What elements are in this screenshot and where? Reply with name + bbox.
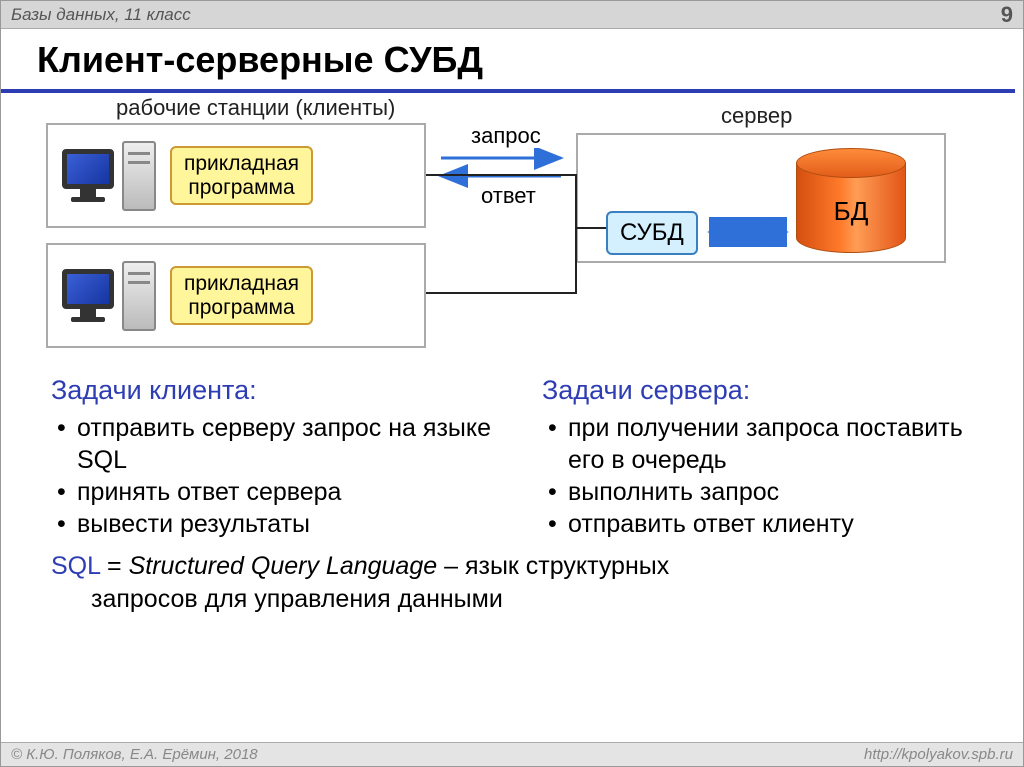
request-response-arrows bbox=[426, 148, 576, 188]
list-item: выполнить запрос bbox=[568, 476, 993, 508]
application-box: прикладная программа bbox=[170, 266, 313, 324]
client-tasks-list: отправить серверу запрос на языке SQL пр… bbox=[51, 412, 502, 540]
request-label: запрос bbox=[471, 123, 541, 149]
clients-group-label: рабочие станции (клиенты) bbox=[116, 95, 395, 121]
footer-url: http://kpolyakov.spb.ru bbox=[864, 746, 1013, 763]
page-title: Клиент-серверные СУБД bbox=[1, 29, 1015, 93]
database-cylinder-icon: БД bbox=[796, 148, 906, 258]
server-group-label: сервер bbox=[721, 103, 792, 129]
page-number: 9 bbox=[1001, 2, 1013, 28]
list-item: отправить серверу запрос на языке SQL bbox=[77, 412, 502, 476]
sql-keyword: SQL bbox=[51, 552, 100, 580]
application-box: прикладная программа bbox=[170, 146, 313, 204]
tower-icon bbox=[122, 261, 156, 331]
slide-header: Базы данных, 11 класс 9 bbox=[1, 1, 1023, 29]
client-tasks-title: Задачи клиента: bbox=[51, 375, 502, 406]
dbms-box: СУБД bbox=[606, 211, 698, 255]
tower-icon bbox=[122, 141, 156, 211]
sql-english: Structured Query Language bbox=[129, 552, 438, 580]
tasks-columns: Задачи клиента: отправить серверу запрос… bbox=[1, 373, 1023, 540]
copyright: © К.Ю. Поляков, Е.А. Ерёмин, 2018 bbox=[11, 746, 258, 763]
server-tasks-list: при получении запроса поставить его в оч… bbox=[542, 412, 993, 540]
list-item: принять ответ сервера bbox=[77, 476, 502, 508]
breadcrumb: Базы данных, 11 класс bbox=[11, 5, 191, 25]
server-tasks: Задачи сервера: при получении запроса по… bbox=[542, 375, 993, 540]
list-item: вывести результаты bbox=[77, 508, 502, 540]
list-item: при получении запроса поставить его в оч… bbox=[568, 412, 993, 476]
list-item: отправить ответ клиенту bbox=[568, 508, 993, 540]
monitor-icon bbox=[58, 269, 118, 322]
sql-definition: SQL = Structured Query Language – язык с… bbox=[1, 540, 1023, 615]
slide-footer: © К.Ю. Поляков, Е.А. Ерёмин, 2018 http:/… bbox=[1, 742, 1023, 766]
client-tasks: Задачи клиента: отправить серверу запрос… bbox=[51, 375, 502, 540]
architecture-diagram: рабочие станции (клиенты) прикладная про… bbox=[21, 93, 1023, 373]
client-workstation-2: прикладная программа bbox=[46, 243, 426, 348]
client-workstation-1: прикладная программа bbox=[46, 123, 426, 228]
response-label: ответ bbox=[481, 183, 536, 209]
monitor-icon bbox=[58, 149, 118, 202]
server-tasks-title: Задачи сервера: bbox=[542, 375, 993, 406]
